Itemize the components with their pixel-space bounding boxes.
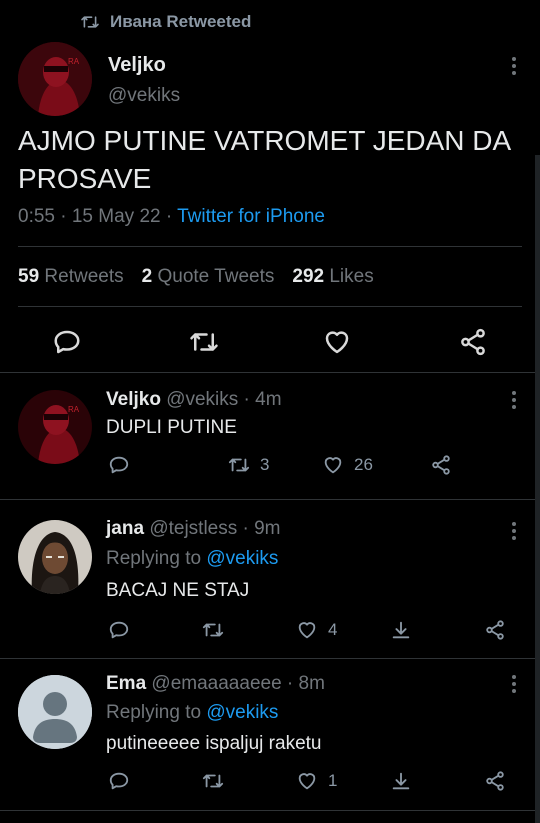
- reply-time: · 9m: [237, 518, 281, 539]
- tweet-source[interactable]: Twitter for iPhone: [177, 206, 325, 227]
- avatar[interactable]: [18, 520, 92, 594]
- heart-icon: [296, 619, 318, 641]
- reply-author-handle[interactable]: @vekiks: [166, 389, 238, 410]
- quotes-stat[interactable]: 2 Quote Tweets: [142, 266, 275, 288]
- author-name[interactable]: Veljko: [108, 54, 166, 77]
- more-icon[interactable]: [508, 520, 520, 542]
- retweets-count: 59: [18, 266, 40, 287]
- tweet-actions: [0, 322, 540, 362]
- retweeted-label: Ивана Retweeted: [110, 12, 252, 31]
- reply-time: · 4m: [238, 389, 282, 410]
- share-icon[interactable]: [484, 769, 506, 793]
- divider: [18, 246, 522, 247]
- heart-icon: [296, 770, 318, 792]
- avatar[interactable]: RA: [18, 390, 92, 464]
- divider: [18, 306, 522, 307]
- svg-text:RA: RA: [68, 405, 80, 414]
- retweet-icon: [228, 454, 250, 476]
- share-icon[interactable]: [484, 618, 506, 642]
- like-count: 4: [328, 620, 338, 639]
- reply-item[interactable]: RA Veljko @vekiks · 4m DUPLI PUTINE 3 26: [0, 373, 540, 499]
- tweet-stats: 59 Retweets 2 Quote Tweets 292 Likes: [18, 266, 374, 288]
- retweet-small-icon: [80, 14, 100, 30]
- replying-to-link[interactable]: @vekiks: [206, 548, 278, 569]
- likes-count: 292: [292, 266, 325, 287]
- likes-label: Likes: [329, 266, 374, 287]
- reply-text: putineeeee ispaljuj raketu: [106, 733, 322, 754]
- retweet-count: 3: [260, 455, 270, 474]
- reply-icon[interactable]: [108, 769, 130, 793]
- replying-to: Replying to @vekiks: [106, 702, 278, 724]
- quotes-count: 2: [141, 266, 153, 287]
- share-icon[interactable]: [430, 453, 452, 477]
- replying-to-link[interactable]: @vekiks: [206, 702, 278, 723]
- reply-author-name[interactable]: Ema: [106, 673, 146, 694]
- author-handle[interactable]: @vekiks: [108, 85, 180, 107]
- reply-header: jana @tejstless · 9m: [106, 518, 281, 540]
- reply-icon[interactable]: [108, 453, 130, 477]
- tweet-time: 0:55 · 15 May 22 ·: [18, 206, 178, 227]
- reply-author-name[interactable]: jana: [106, 518, 144, 539]
- like-button[interactable]: 1: [296, 769, 337, 793]
- like-count: 1: [328, 771, 338, 790]
- download-icon[interactable]: [390, 618, 412, 642]
- like-count: 26: [354, 455, 373, 474]
- avatar[interactable]: [18, 675, 92, 749]
- more-icon[interactable]: [508, 389, 520, 411]
- more-icon[interactable]: [508, 673, 520, 695]
- heart-icon[interactable]: [322, 327, 352, 357]
- retweet-icon[interactable]: [202, 769, 224, 793]
- share-icon[interactable]: [458, 327, 488, 357]
- like-button[interactable]: 4: [296, 618, 337, 642]
- reply-icon[interactable]: [52, 327, 82, 357]
- reply-text: DUPLI PUTINE: [106, 417, 237, 438]
- retweet-button[interactable]: 3: [228, 453, 269, 477]
- retweets-stat[interactable]: 59 Retweets: [18, 266, 124, 288]
- replying-prefix: Replying to: [106, 702, 207, 723]
- reply-icon[interactable]: [108, 618, 130, 642]
- reply-author-name[interactable]: Veljko: [106, 389, 161, 410]
- reply-header: Veljko @vekiks · 4m: [106, 389, 282, 411]
- retweets-label: Retweets: [44, 266, 124, 287]
- tweet-text: AJMO PUTINE VATROMET JEDAN DA PROSAVE: [18, 125, 510, 194]
- scrollbar[interactable]: [535, 155, 540, 823]
- tweet-meta: 0:55 · 15 May 22 · Twitter for iPhone: [18, 206, 325, 228]
- reply-author-handle[interactable]: @tejstless: [149, 518, 237, 539]
- reply-item[interactable]: Ema @emaaaaaeee · 8m Replying to @vekiks…: [0, 659, 540, 814]
- retweet-icon[interactable]: [202, 618, 224, 642]
- download-icon[interactable]: [390, 769, 412, 793]
- reply-time: · 8m: [281, 673, 325, 694]
- replying-prefix: Replying to: [106, 548, 207, 569]
- reply-text: BACAJ NE STAJ: [106, 580, 250, 601]
- retweeted-banner[interactable]: Ивана Retweeted: [80, 10, 251, 34]
- reply-header: Ema @emaaaaaeee · 8m: [106, 673, 325, 695]
- likes-stat[interactable]: 292 Likes: [292, 266, 373, 288]
- reply-item[interactable]: jana @tejstless · 9m Replying to @vekiks…: [0, 500, 540, 658]
- heart-icon: [322, 454, 344, 476]
- svg-text:RA: RA: [68, 57, 80, 66]
- reply-author-handle[interactable]: @emaaaaaeee: [151, 673, 281, 694]
- avatar[interactable]: RA: [18, 42, 92, 116]
- replying-to: Replying to @vekiks: [106, 548, 278, 570]
- retweet-icon[interactable]: [189, 327, 219, 357]
- divider: [0, 810, 540, 811]
- quotes-label: Quote Tweets: [157, 266, 275, 287]
- like-button[interactable]: 26: [322, 453, 373, 477]
- more-icon[interactable]: [508, 55, 520, 77]
